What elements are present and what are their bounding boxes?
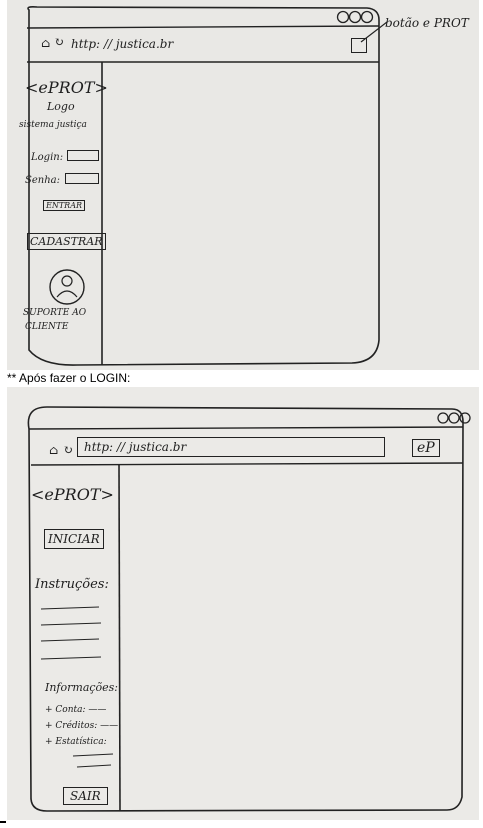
eprot-browser-button[interactable]: eP: [412, 439, 440, 457]
support-label-1[interactable]: SUPORTE AO: [23, 308, 86, 318]
address-bar[interactable]: http: // justica.br: [71, 37, 173, 51]
support-label-2[interactable]: CLIENTE: [25, 322, 68, 332]
page-edge-mark: [0, 821, 6, 823]
logo: <ePROT>: [31, 485, 114, 504]
refresh-icon[interactable]: ↻: [54, 35, 64, 49]
exit-button[interactable]: SAIR: [63, 787, 108, 805]
home-icon[interactable]: ⌂: [49, 443, 58, 457]
info-credits: + Créditos: ——: [45, 721, 119, 731]
info-account: + Conta: ——: [45, 705, 107, 715]
sketch-before-login: ⌂ ↻ http: // justica.br botão e PROT <eP…: [7, 0, 479, 370]
information-heading: Informações:: [45, 681, 119, 694]
instructions-heading: Instruções:: [35, 577, 109, 592]
enter-button[interactable]: ENTRAR: [43, 200, 85, 211]
sketch-after-login: ⌂ ↻ http: // justica.br eP <ePROT> INICI…: [7, 387, 479, 820]
info-statistics: + Estatística:: [45, 737, 107, 747]
login-label: Login:: [31, 152, 64, 163]
password-input[interactable]: [65, 173, 99, 184]
refresh-icon[interactable]: ↻: [63, 443, 73, 457]
register-button[interactable]: CADASTRAR: [27, 233, 106, 250]
system-name: sistema justiça: [19, 120, 87, 130]
start-button[interactable]: INICIAR: [44, 529, 104, 549]
eprot-browser-button[interactable]: [351, 38, 367, 53]
annotation-label: botão e PROT: [385, 16, 469, 30]
password-label: Senha:: [25, 175, 60, 186]
home-icon[interactable]: ⌂: [41, 36, 50, 50]
caption: ** Após fazer o LOGIN:: [7, 371, 131, 385]
address-bar[interactable]: http: // justica.br: [77, 437, 385, 457]
login-input[interactable]: [67, 150, 99, 161]
logo-caption: Logo: [47, 100, 75, 113]
logo: <ePROT>: [25, 78, 108, 97]
